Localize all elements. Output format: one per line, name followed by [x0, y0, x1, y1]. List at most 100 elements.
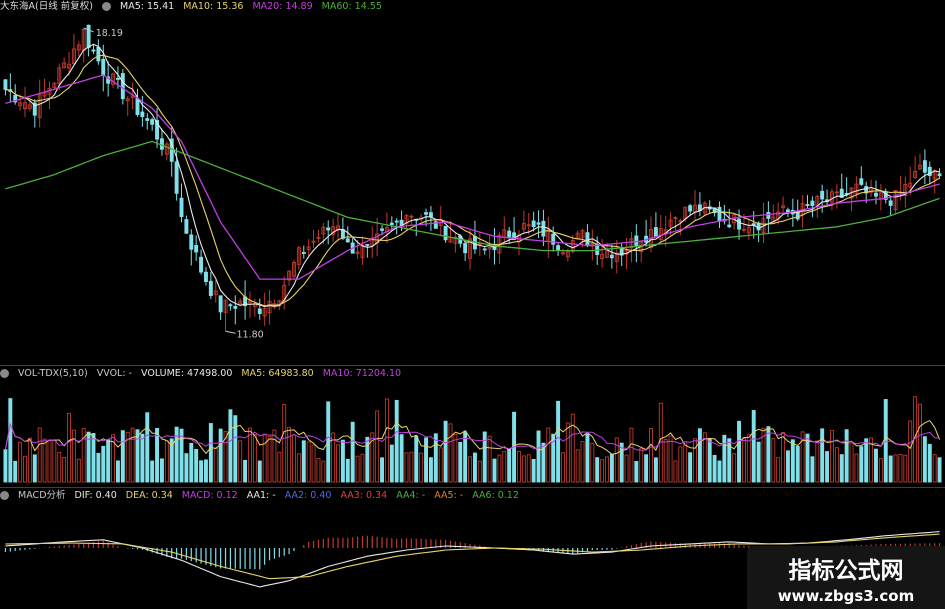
- volume-bar: [810, 456, 815, 483]
- candle-body: [859, 178, 864, 185]
- volume-bar: [306, 441, 311, 483]
- volume-bar: [937, 457, 942, 483]
- volume-bar: [927, 443, 932, 483]
- volume-bar: [433, 433, 438, 483]
- volume-bar: [203, 459, 208, 483]
- volume-bar: [164, 440, 169, 483]
- macd-dea: DEA: 0.34: [125, 490, 173, 501]
- panel-divider-1: [0, 365, 945, 366]
- volume-bar: [115, 460, 120, 483]
- candle-body: [159, 138, 164, 150]
- legend-ma60: MA60: 14.55: [321, 1, 382, 12]
- watermark-url: www.zbgs3.com: [777, 587, 915, 605]
- volume-bar: [27, 437, 32, 483]
- volume-bar: [360, 453, 365, 483]
- candle-body: [199, 256, 204, 273]
- volume-bar: [707, 438, 712, 483]
- candle-body: [507, 230, 512, 239]
- volume-bar: [443, 420, 448, 483]
- volume-bar: [340, 439, 345, 483]
- volume-bar: [301, 440, 306, 483]
- volume-bar: [893, 454, 898, 483]
- volume-bar: [932, 454, 937, 483]
- volume-bar: [546, 427, 551, 483]
- volume-bar: [516, 450, 521, 483]
- macd-aa6: AA6: 0.12: [472, 490, 519, 501]
- volume-bar: [463, 431, 468, 483]
- volume-bar: [419, 452, 424, 483]
- candle-body: [922, 160, 927, 173]
- ma20-line: [5, 74, 940, 280]
- candle-body: [208, 280, 213, 296]
- volume-bar: [336, 444, 340, 483]
- macd-aa1: AA1: -: [246, 490, 276, 501]
- candle-body: [727, 224, 732, 228]
- volume-bar: [605, 456, 609, 483]
- volume-bar: [668, 435, 673, 483]
- volume-bar: [350, 421, 355, 483]
- candle-body: [424, 212, 429, 215]
- ma10-line: [5, 54, 940, 307]
- volume-bar: [688, 452, 693, 483]
- candle-body: [120, 73, 125, 100]
- volume-panel-header: VOL-TDX(5,10) VVOL: - VOLUME: 47498.00 M…: [0, 367, 407, 381]
- volume-bar: [600, 459, 605, 483]
- volume-bar: [859, 446, 864, 483]
- candle-body: [536, 222, 541, 225]
- volume-bar: [13, 460, 18, 483]
- candle-body: [218, 295, 223, 313]
- candle-body: [482, 248, 487, 251]
- volume-bar: [71, 429, 76, 483]
- volume-bar: [922, 436, 927, 483]
- volume-bar: [3, 449, 8, 483]
- volume-bar: [296, 453, 301, 483]
- volume-bar: [898, 453, 903, 483]
- volume-bar: [624, 454, 629, 483]
- volume-bar: [595, 457, 600, 483]
- candle-body: [365, 243, 370, 246]
- volume-bar: [776, 457, 781, 483]
- settings-icon[interactable]: [0, 369, 9, 378]
- volume-bar: [384, 398, 389, 483]
- volume-bar: [37, 427, 42, 483]
- volume-bar: [521, 455, 526, 483]
- volume-bar: [32, 454, 37, 483]
- macd-aa3: AA3: 0.34: [340, 490, 388, 501]
- volume-bar: [428, 457, 433, 483]
- candle-body: [91, 49, 96, 52]
- volume-bar: [399, 434, 404, 483]
- volume-bar: [561, 452, 565, 483]
- settings-icon[interactable]: [0, 491, 9, 500]
- candle-body: [394, 220, 399, 223]
- volume-bar: [795, 445, 800, 483]
- candle-body: [135, 98, 140, 115]
- candle-body: [174, 161, 179, 194]
- volume-bar: [448, 423, 453, 483]
- candle-body: [86, 24, 91, 48]
- candle-body: [937, 173, 942, 177]
- volume-bar: [888, 455, 893, 483]
- volume-bar: [287, 426, 292, 483]
- volume-bar: [8, 398, 13, 483]
- volume-bar: [316, 458, 321, 483]
- security-title: 大东海A(日线 前复权): [0, 1, 93, 12]
- settings-icon[interactable]: [101, 2, 111, 11]
- volume-bar: [345, 458, 350, 483]
- volume-bar: [458, 441, 463, 483]
- candle-body: [228, 304, 233, 307]
- volume-bar: [262, 433, 267, 483]
- candle-body: [194, 245, 199, 253]
- volume-bar: [839, 454, 844, 483]
- candle-body: [115, 77, 120, 80]
- volume-bar: [737, 420, 742, 483]
- volume-bar: [531, 458, 536, 483]
- volume-bar: [649, 428, 653, 483]
- volume-bar: [62, 456, 67, 483]
- volume-bar: [184, 453, 189, 483]
- volume-bar: [267, 436, 272, 483]
- volume-bar: [375, 410, 380, 483]
- volume-bar: [717, 460, 722, 483]
- candle-body: [184, 219, 189, 234]
- volume-bar: [874, 448, 878, 483]
- candle-body: [301, 252, 306, 254]
